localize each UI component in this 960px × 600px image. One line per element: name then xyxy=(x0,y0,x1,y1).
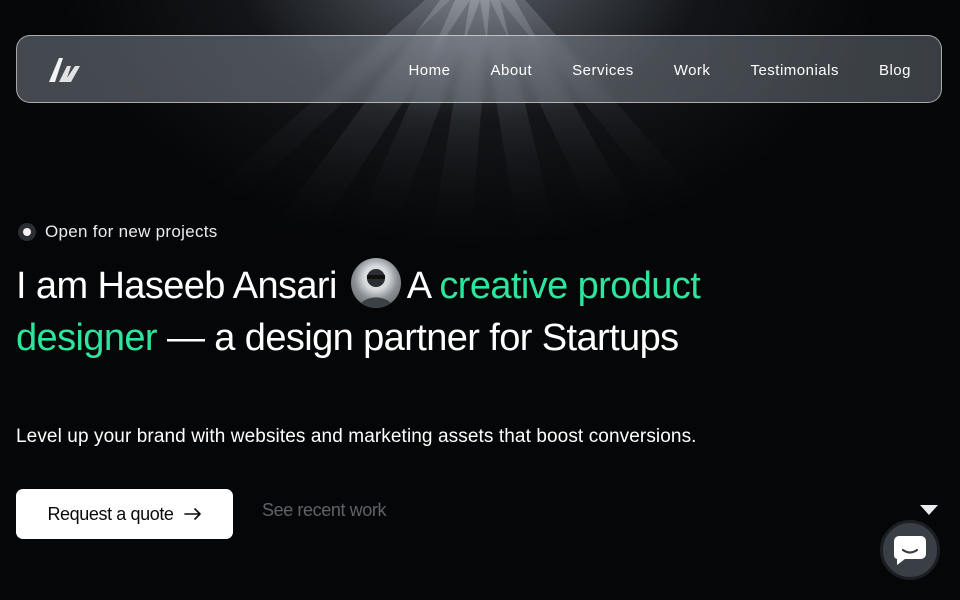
request-quote-button[interactable]: Request a quote xyxy=(16,489,233,539)
headline-rest: — a design partner for Startups xyxy=(166,317,679,359)
caret-down-icon[interactable] xyxy=(919,504,939,516)
nav-link-work[interactable]: Work xyxy=(674,62,711,79)
see-recent-work-link[interactable]: See recent work xyxy=(262,500,386,521)
availability-status: Open for new projects xyxy=(18,222,218,242)
top-navigation-bar: Home About Services Work Testimonials Bl… xyxy=(16,35,942,103)
hero-subtitle: Level up your brand with websites and ma… xyxy=(16,426,697,447)
status-dot-icon xyxy=(18,223,36,241)
nav-link-testimonials[interactable]: Testimonials xyxy=(750,62,839,79)
nav-link-blog[interactable]: Blog xyxy=(879,62,911,79)
status-text: Open for new projects xyxy=(45,222,218,241)
nav-link-home[interactable]: Home xyxy=(408,62,450,79)
page: Home About Services Work Testimonials Bl… xyxy=(0,0,960,600)
avatar xyxy=(350,258,401,308)
chat-bubble-icon xyxy=(893,536,926,565)
nav-links: Home About Services Work Testimonials Bl… xyxy=(368,36,911,104)
headline-name: I am Haseeb Ansari xyxy=(16,265,337,307)
arrow-right-icon xyxy=(183,508,201,520)
logo-icon[interactable] xyxy=(45,50,85,90)
nav-link-services[interactable]: Services xyxy=(572,62,634,79)
nav-link-about[interactable]: About xyxy=(490,62,532,79)
request-quote-label: Request a quote xyxy=(47,503,174,524)
hero-headline: I am Haseeb Ansari A creative product de… xyxy=(16,258,736,364)
headline-a: A xyxy=(406,265,430,307)
chat-button[interactable] xyxy=(880,520,940,580)
